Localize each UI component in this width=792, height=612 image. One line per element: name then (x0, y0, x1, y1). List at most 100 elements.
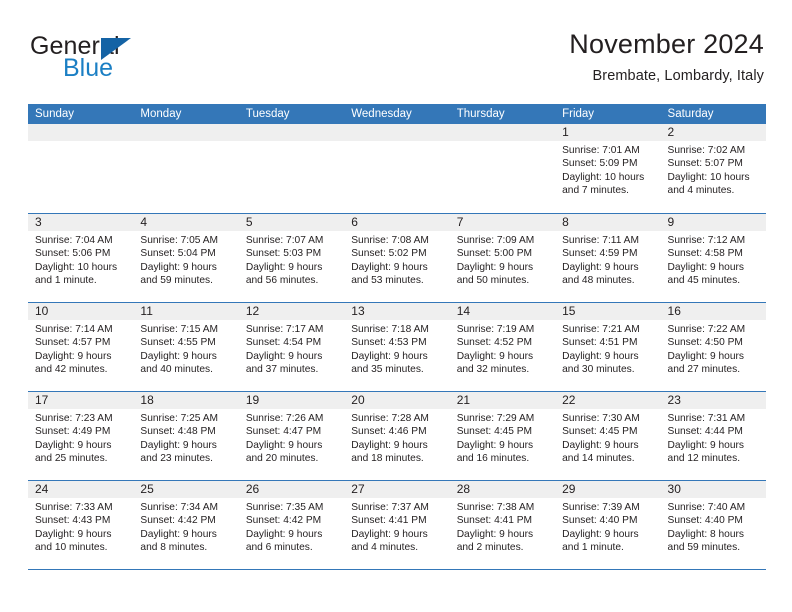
calendar-day-cell[interactable]: 28 Sunrise: 7:38 AM Sunset: 4:41 PM Dayligh… (449, 481, 556, 569)
calendar-day-cell-empty (28, 124, 134, 213)
sunrise-text: Sunrise: 7:09 AM (456, 235, 535, 246)
calendar-day-cell[interactable]: 26 Sunrise: 7:35 AM Sunset: 4:42 PM Dayligh… (238, 481, 345, 569)
daylight-text: Daylight: 9 hours and 56 minutes. (245, 261, 323, 287)
sunrise-text: Sunrise: 7:01 AM (562, 145, 640, 156)
calendar-day-cell[interactable]: 6 Sunrise: 7:08 AM Sunset: 5:02 PM Daylight… (344, 214, 450, 302)
sunrise-text: Sunrise: 7:25 AM (140, 413, 219, 424)
sunset-text: Sunset: 4:44 PM (667, 426, 743, 438)
day-number (28, 124, 134, 141)
daylight-text: Daylight: 9 hours and 45 minutes. (667, 261, 744, 287)
sunset-text: Sunset: 4:55 PM (140, 337, 216, 349)
calendar-day-cell[interactable]: 20 Sunrise: 7:28 AM Sunset: 4:46 PM Dayligh… (344, 392, 450, 480)
sunrise-text: Sunrise: 7:38 AM (456, 502, 535, 513)
day-details: Sunrise: 7:12 AM Sunset: 4:58 PM Daylight:… (661, 231, 766, 288)
sunrise-text: Sunrise: 7:40 AM (667, 502, 746, 513)
calendar-day-cell[interactable]: 30 Sunrise: 7:40 AM Sunset: 4:40 PM Dayligh… (660, 481, 766, 569)
general-blue-logo[interactable]: General Blue (28, 32, 208, 88)
day-details: Sunrise: 7:02 AM Sunset: 5:07 PM Daylight:… (661, 141, 766, 198)
calendar-day-cell[interactable]: 11 Sunrise: 7:15 AM Sunset: 4:55 PM Dayligh… (133, 303, 239, 391)
calendar-day-cell[interactable]: 22 Sunrise: 7:30 AM Sunset: 4:45 PM Dayligh… (555, 392, 661, 480)
day-number: 13 (344, 303, 450, 320)
sunset-text: Sunset: 5:02 PM (351, 248, 427, 260)
calendar-day-cell[interactable]: 9 Sunrise: 7:12 AM Sunset: 4:58 PM Daylight… (660, 214, 766, 302)
daylight-text: Daylight: 9 hours and 25 minutes. (35, 439, 112, 465)
sunset-text: Sunset: 4:48 PM (140, 426, 216, 438)
calendar-day-cell[interactable]: 16 Sunrise: 7:22 AM Sunset: 4:50 PM Dayligh… (660, 303, 766, 391)
sunset-text: Sunset: 4:45 PM (456, 426, 533, 438)
calendar-day-cell[interactable]: 10 Sunrise: 7:14 AM Sunset: 4:57 PM Dayligh… (28, 303, 134, 391)
day-details: Sunrise: 7:11 AM Sunset: 4:59 PM Daylight:… (555, 231, 660, 288)
sunset-text: Sunset: 4:59 PM (562, 248, 638, 260)
day-number: 14 (449, 303, 556, 320)
sunrise-text: Sunrise: 7:15 AM (140, 324, 219, 335)
daylight-text: Daylight: 9 hours and 35 minutes. (351, 350, 428, 376)
sunrise-text: Sunrise: 7:14 AM (35, 324, 113, 335)
daylight-text: Daylight: 9 hours and 50 minutes. (456, 261, 534, 287)
sunrise-text: Sunrise: 7:02 AM (667, 145, 746, 156)
calendar-day-cell[interactable]: 1 Sunrise: 7:01 AM Sunset: 5:09 PM Daylight… (555, 124, 661, 213)
day-details: Sunrise: 7:19 AM Sunset: 4:52 PM Daylight:… (450, 320, 555, 377)
day-number: 29 (555, 481, 661, 498)
calendar-day-cell[interactable]: 14 Sunrise: 7:19 AM Sunset: 4:52 PM Dayligh… (449, 303, 556, 391)
daylight-text: Daylight: 9 hours and 53 minutes. (351, 261, 428, 287)
day-number: 23 (660, 392, 766, 409)
calendar-day-cell[interactable]: 23 Sunrise: 7:31 AM Sunset: 4:44 PM Dayligh… (660, 392, 766, 480)
calendar-day-cell[interactable]: 8 Sunrise: 7:11 AM Sunset: 4:59 PM Daylight… (555, 214, 661, 302)
sunrise-text: Sunrise: 7:04 AM (35, 235, 113, 246)
sunset-text: Sunset: 4:50 PM (667, 337, 743, 349)
calendar-day-cell[interactable]: 19 Sunrise: 7:26 AM Sunset: 4:47 PM Dayligh… (238, 392, 345, 480)
day-details: Sunrise: 7:21 AM Sunset: 4:51 PM Daylight:… (555, 320, 660, 377)
calendar-day-cell-empty (238, 124, 345, 213)
day-number: 27 (344, 481, 450, 498)
calendar-day-cell[interactable]: 21 Sunrise: 7:29 AM Sunset: 4:45 PM Dayligh… (449, 392, 556, 480)
daylight-text: Daylight: 9 hours and 2 minutes. (456, 528, 534, 554)
calendar-day-cell[interactable]: 5 Sunrise: 7:07 AM Sunset: 5:03 PM Daylight… (238, 214, 345, 302)
day-number: 11 (133, 303, 239, 320)
calendar-week-row: 1 Sunrise: 7:01 AM Sunset: 5:09 PM Daylight… (28, 124, 766, 213)
weekday-header-sunday: Sunday (35, 108, 75, 120)
day-number: 9 (660, 214, 766, 231)
calendar-day-cell[interactable]: 27 Sunrise: 7:37 AM Sunset: 4:41 PM Dayligh… (344, 481, 450, 569)
sunset-text: Sunset: 4:51 PM (562, 337, 638, 349)
sunrise-text: Sunrise: 7:12 AM (667, 235, 746, 246)
sunrise-text: Sunrise: 7:08 AM (351, 235, 429, 246)
sunrise-text: Sunrise: 7:07 AM (245, 235, 324, 246)
day-details: Sunrise: 7:23 AM Sunset: 4:49 PM Daylight:… (28, 409, 133, 466)
calendar-day-cell[interactable]: 12 Sunrise: 7:17 AM Sunset: 4:54 PM Dayligh… (238, 303, 345, 391)
calendar-day-cell[interactable]: 29 Sunrise: 7:39 AM Sunset: 4:40 PM Dayligh… (555, 481, 661, 569)
sunset-text: Sunset: 4:42 PM (245, 515, 322, 527)
day-details: Sunrise: 7:07 AM Sunset: 5:03 PM Daylight:… (239, 231, 344, 288)
calendar-day-cell[interactable]: 4 Sunrise: 7:05 AM Sunset: 5:04 PM Daylight… (133, 214, 239, 302)
calendar-day-cell-empty (133, 124, 239, 213)
daylight-text: Daylight: 9 hours and 20 minutes. (245, 439, 323, 465)
daylight-text: Daylight: 9 hours and 14 minutes. (562, 439, 639, 465)
weekday-header-thursday: Thursday (456, 108, 505, 120)
daylight-text: Daylight: 9 hours and 18 minutes. (351, 439, 428, 465)
day-number: 2 (660, 124, 766, 141)
calendar-day-cell[interactable]: 2 Sunrise: 7:02 AM Sunset: 5:07 PM Daylight… (660, 124, 766, 213)
calendar-day-cell[interactable]: 7 Sunrise: 7:09 AM Sunset: 5:00 PM Daylight… (449, 214, 556, 302)
calendar-day-cell[interactable]: 3 Sunrise: 7:04 AM Sunset: 5:06 PM Daylight… (28, 214, 134, 302)
day-number: 21 (449, 392, 556, 409)
calendar-day-cell[interactable]: 15 Sunrise: 7:21 AM Sunset: 4:51 PM Dayligh… (555, 303, 661, 391)
day-number: 24 (28, 481, 134, 498)
sunset-text: Sunset: 5:09 PM (562, 158, 638, 170)
sunrise-text: Sunrise: 7:28 AM (351, 413, 429, 424)
calendar-day-cell[interactable]: 25 Sunrise: 7:34 AM Sunset: 4:42 PM Dayligh… (133, 481, 239, 569)
calendar-day-cell[interactable]: 18 Sunrise: 7:25 AM Sunset: 4:48 PM Dayligh… (133, 392, 239, 480)
day-number: 3 (28, 214, 134, 231)
sunset-text: Sunset: 5:06 PM (35, 248, 111, 260)
day-number: 26 (238, 481, 345, 498)
calendar-day-cell[interactable]: 13 Sunrise: 7:18 AM Sunset: 4:53 PM Dayligh… (344, 303, 450, 391)
page-header: General Blue November 2024 Brembate, Lom… (28, 28, 764, 94)
daylight-text: Daylight: 9 hours and 42 minutes. (35, 350, 112, 376)
day-details: Sunrise: 7:33 AM Sunset: 4:43 PM Daylight:… (28, 498, 133, 555)
page-title: November 2024 (569, 29, 764, 59)
calendar-day-cell[interactable]: 24 Sunrise: 7:33 AM Sunset: 4:43 PM Dayligh… (28, 481, 134, 569)
calendar-day-cell[interactable]: 17 Sunrise: 7:23 AM Sunset: 4:49 PM Dayligh… (28, 392, 134, 480)
calendar-day-cell-empty (449, 124, 556, 213)
day-details: Sunrise: 7:29 AM Sunset: 4:45 PM Daylight:… (450, 409, 555, 466)
sunset-text: Sunset: 4:45 PM (562, 426, 638, 438)
day-number: 28 (449, 481, 556, 498)
sunset-text: Sunset: 5:07 PM (667, 158, 743, 170)
